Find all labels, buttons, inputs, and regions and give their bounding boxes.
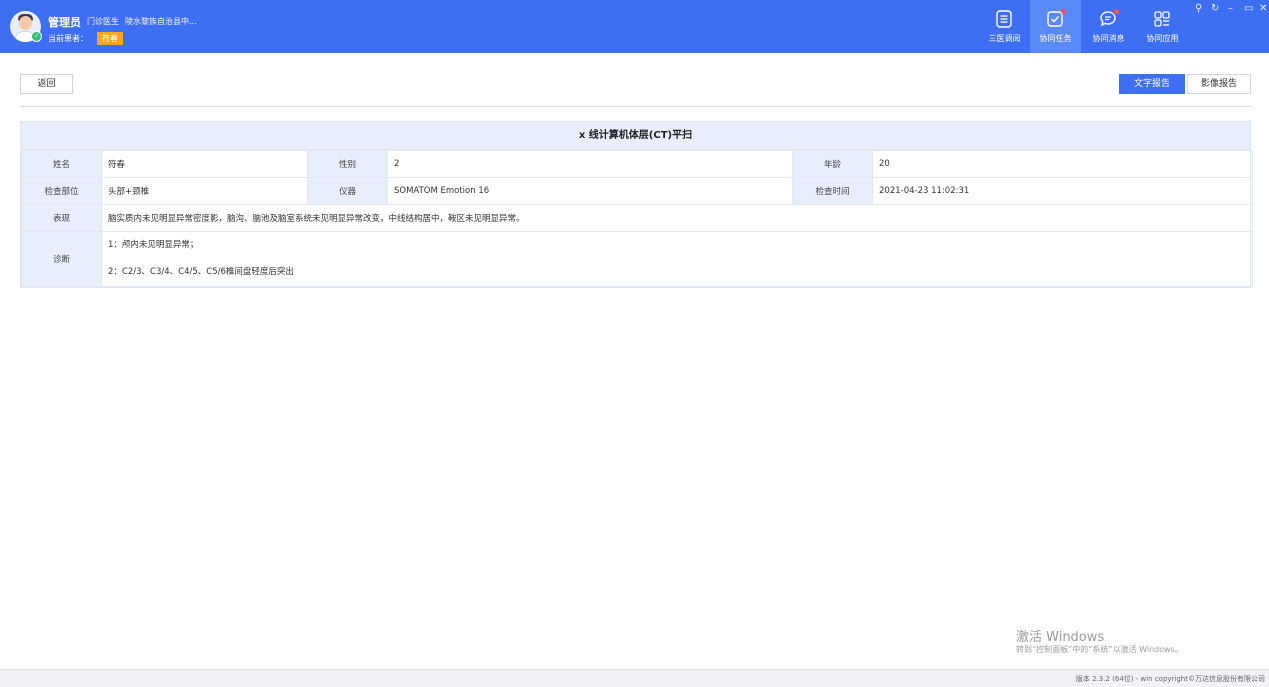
user-name: 管理员 — [48, 16, 81, 29]
activation-watermark-title: 激活 Windows — [1016, 630, 1105, 645]
exam-time-value: 2021-04-23 11:02:31 — [872, 177, 1253, 205]
user-role: 门诊医生 — [87, 17, 119, 26]
message-badge-dot — [1114, 9, 1119, 14]
report-grid: 姓名 符春 性别 2 年龄 20 检查部位 头部+颈椎 仪器 SOMATOM E… — [21, 150, 1253, 287]
exam-time-label: 检查时间 — [792, 177, 873, 205]
report-table: x 线计算机体层(CT)平扫 姓名 符春 性别 2 年龄 20 检查部位 头部+… — [20, 121, 1253, 288]
close-icon[interactable]: ✕ — [1259, 3, 1267, 14]
exam-part-label: 检查部位 — [21, 177, 102, 205]
task-badge-dot — [1061, 9, 1066, 14]
diagnosis-line: 2：C2/3、C3/4、C4/5、C5/6椎间盘轻度后突出 — [108, 267, 294, 277]
back-button[interactable]: 返回 — [20, 74, 73, 94]
current-patient-label: 当前患者： — [48, 34, 88, 43]
maximize-icon[interactable]: ▭ — [1244, 3, 1253, 14]
current-patient-chip[interactable]: 符春 — [97, 32, 123, 45]
nav-collab-task[interactable]: 协同任务 — [1030, 0, 1081, 53]
apps-grid-icon — [1154, 11, 1170, 27]
nav-collab-apps[interactable]: 协同应用 — [1137, 0, 1188, 53]
version-copyright: 版本 2.3.2 (64位) - win copyright©万达信息股份有限公… — [1075, 675, 1265, 683]
finding-value: 脑实质内未见明显异常密度影，脑沟、脑池及脑室系统未见明显异常改变，中线结构居中，… — [101, 204, 1253, 232]
user-org: 陵水黎族自治县中... — [125, 17, 197, 26]
nav-label: 协同任务 — [1039, 34, 1072, 43]
age-label: 年龄 — [792, 150, 873, 178]
status-bar: 版本 2.3.2 (64位) - win copyright©万达信息股份有限公… — [0, 669, 1269, 687]
nav-label: 协同应用 — [1146, 34, 1179, 43]
table-row: 诊断 1：颅内未见明显异常； 2：C2/3、C3/4、C4/5、C5/6椎间盘轻… — [21, 231, 1253, 287]
search-icon[interactable]: ⚲ — [1195, 3, 1202, 14]
app-header: ✓ 管理员 门诊医生 陵水黎族自治县中... 当前患者： 符春 三医调阅 协同任… — [0, 0, 1269, 53]
gender-label: 性别 — [307, 150, 388, 178]
gender-value: 2 — [387, 150, 793, 178]
finding-label: 表现 — [21, 204, 102, 232]
nav-label: 三医调阅 — [988, 34, 1021, 43]
device-label: 仪器 — [307, 177, 388, 205]
report-title: x 线计算机体层(CT)平扫 — [21, 122, 1250, 150]
diagnosis-line: 1：颅内未见明显异常； — [108, 240, 199, 250]
table-row: 表现 脑实质内未见明显异常密度影，脑沟、脑池及脑室系统未见明显异常改变，中线结构… — [21, 204, 1253, 232]
device-value: SOMATOM Emotion 16 — [387, 177, 793, 205]
name-label: 姓名 — [21, 150, 102, 178]
nav-three-medical-review[interactable]: 三医调阅 — [979, 0, 1030, 53]
activation-watermark-subtitle: 转到“控制面板”中的“系统”以激活 Windows。 — [1016, 645, 1183, 654]
text-report-button[interactable]: 文字报告 — [1119, 74, 1185, 94]
online-check-icon: ✓ — [31, 31, 42, 42]
nav-label: 协同消息 — [1092, 34, 1125, 43]
divider — [20, 106, 1251, 107]
diagnosis-label: 诊断 — [21, 231, 102, 287]
table-row: 姓名 符春 性别 2 年龄 20 — [21, 150, 1253, 178]
image-report-button[interactable]: 影像报告 — [1187, 74, 1251, 94]
age-value: 20 — [872, 150, 1253, 178]
exam-part-value: 头部+颈椎 — [101, 177, 308, 205]
nav-collab-message[interactable]: 协同消息 — [1083, 0, 1134, 53]
table-row: 检查部位 头部+颈椎 仪器 SOMATOM Emotion 16 检查时间 20… — [21, 177, 1253, 205]
name-value: 符春 — [101, 150, 308, 178]
refresh-icon[interactable]: ↻ — [1211, 3, 1219, 14]
document-list-icon — [996, 10, 1012, 28]
diagnosis-value: 1：颅内未见明显异常； 2：C2/3、C3/4、C4/5、C5/6椎间盘轻度后突… — [101, 231, 1253, 287]
minimize-icon[interactable]: – — [1228, 3, 1233, 14]
